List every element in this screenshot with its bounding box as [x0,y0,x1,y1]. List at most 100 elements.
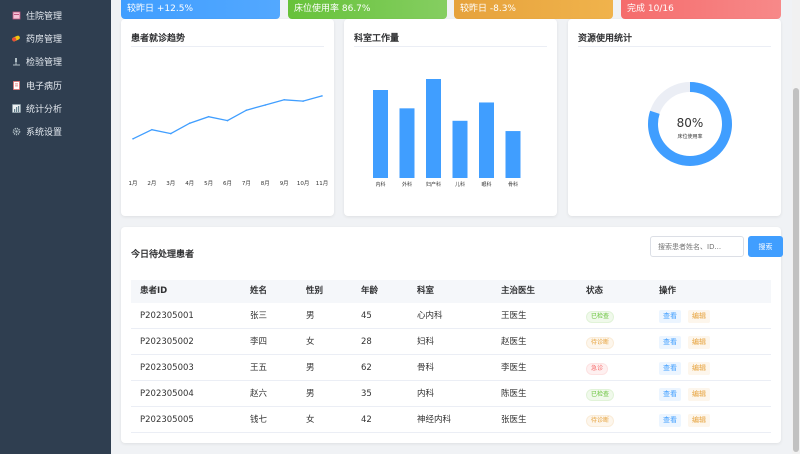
stat-text: 较昨日 +12.5% [127,4,193,14]
table-row: P202305003 王五 男 62 骨科 李医生 急诊 查看 编辑 [131,355,771,381]
gender-cell: 女 [306,415,315,425]
search-input[interactable] [650,236,744,257]
column-header: 主治医生 [501,286,536,296]
x-tick-label: 骨科 [508,181,518,188]
sidebar-item-settings[interactable]: 系统设置 [0,120,111,142]
doctor-cell: 王医生 [501,311,527,321]
view-button[interactable]: 查看 [659,414,681,427]
column-header: 年龄 [361,286,379,296]
stat-card-beds: 床位使用率 86.7% [288,0,447,19]
donut-chart: 80% 床位使用率 [648,82,732,166]
data-point [302,100,304,102]
bar [399,108,415,178]
gender-cell: 男 [306,311,315,321]
name-cell: 赵六 [250,389,268,399]
pill-icon [11,33,21,43]
sidebar-item-label: 检验管理 [26,57,63,68]
x-tick-label: 2月 [147,180,156,187]
department-cell: 妇科 [417,337,435,347]
doctor-cell: 张医生 [501,415,527,425]
data-point [170,132,172,135]
chart-card-trend: 患者就诊趋势 1月 2月 3月 4月 5月 6月 7月 8月 9月 10月 11月 [121,19,334,216]
patient-id-cell: P202305001 [140,311,194,321]
chart-card-resources: 资源使用统计 80% 床位使用率 [568,19,781,216]
chart-title: 资源使用统计 [578,34,633,44]
x-tick-label: 5月 [204,180,213,187]
pending-patients-card: 今日待处理患者 搜索 患者ID 姓名 性别 年龄 科室 主治医生 状态 操作 P… [121,227,783,443]
bar [505,131,521,178]
sidebar-item-emr[interactable]: 电子病历 [0,74,111,96]
data-point [283,99,285,101]
patient-id-cell: P202305004 [140,389,194,399]
view-button[interactable]: 查看 [659,336,681,349]
stat-text: 完成 10/16 [627,4,674,14]
x-tick-label: 11月 [316,180,329,187]
x-tick-label: 眼科 [481,181,491,188]
stat-card-surgery: 较昨日 -8.3% [454,0,613,19]
search-button[interactable]: 搜索 [748,236,783,257]
x-tick-label: 8月 [261,180,270,187]
table-header: 患者ID 姓名 性别 年龄 科室 主治医生 状态 操作 [131,280,771,303]
x-tick-label: 儿科 [455,181,465,188]
bar [426,79,441,178]
department-cell: 心内科 [417,311,443,321]
view-button[interactable]: 查看 [659,388,681,401]
microscope-icon [11,56,21,66]
status-badge: 急诊 [586,363,609,375]
edit-button[interactable]: 编辑 [688,388,710,401]
hospital-bed-icon [11,10,21,20]
sidebar-item-lab[interactable]: 检验管理 [0,50,111,72]
sidebar-item-label: 系统设置 [26,127,63,138]
column-header: 患者ID [140,286,168,296]
stat-text: 较昨日 -8.3% [460,4,516,14]
x-tick-label: 妇产科 [426,181,441,188]
sidebar-item-statistics[interactable]: 统计分析 [0,97,111,119]
patient-id-cell: P202305002 [140,337,194,347]
chart-card-workload: 科室工作量 内科 外科 妇产科 儿科 眼科 骨科 [344,19,557,216]
scrollbar[interactable] [792,0,800,454]
data-point [151,128,153,131]
department-cell: 骨科 [417,363,435,373]
sidebar-item-label: 药房管理 [26,34,63,45]
data-point [207,115,210,118]
doctor-cell: 赵医生 [501,337,527,347]
edit-button[interactable]: 编辑 [688,414,710,427]
bar [452,120,468,178]
x-tick-label: 9月 [280,180,289,187]
edit-button[interactable]: 编辑 [688,310,710,323]
column-header: 操作 [659,286,677,296]
column-header: 性别 [306,286,324,296]
sidebar-item-inpatient[interactable]: 住院管理 [0,4,111,26]
x-tick-label: 内科 [375,181,385,188]
name-cell: 张三 [250,311,268,321]
gear-icon [11,126,21,136]
data-point [188,122,191,124]
bar-chart: 内科 外科 妇产科 儿科 眼科 骨科 [373,79,521,188]
edit-button[interactable]: 编辑 [688,336,710,349]
x-tick-label: 3月 [166,180,175,187]
analytics-icon [11,103,21,113]
edit-button[interactable]: 编辑 [688,362,710,375]
x-tick-label: 外科 [402,181,412,188]
patient-id-cell: P202305003 [140,363,194,373]
trend-series-line [132,95,323,140]
name-cell: 李四 [250,337,268,347]
table-row: P202305005 钱七 女 42 神经内科 张医生 待诊断 查看 编辑 [131,407,771,433]
bar [479,102,494,178]
medical-record-icon [11,80,21,90]
view-button[interactable]: 查看 [659,362,681,375]
view-button[interactable]: 查看 [659,310,681,323]
donut-sub-label: 床位使用率 [677,133,702,140]
scrollbar-thumb[interactable] [793,88,799,452]
bar [373,90,388,178]
stat-text: 床位使用率 86.7% [294,4,371,14]
status-badge: 已检查 [586,389,615,401]
table-row: P202305001 张三 男 45 心内科 王医生 已检查 查看 编辑 [131,303,771,329]
main-content: 较昨日 +12.5% 床位使用率 86.7% 较昨日 -8.3% 完成 10/1… [111,0,792,454]
name-cell: 王五 [250,363,268,373]
doctor-cell: 李医生 [501,363,527,373]
gender-cell: 女 [306,337,315,347]
sidebar-item-pharmacy[interactable]: 药房管理 [0,27,111,49]
age-cell: 35 [361,389,372,399]
age-cell: 28 [361,337,372,347]
